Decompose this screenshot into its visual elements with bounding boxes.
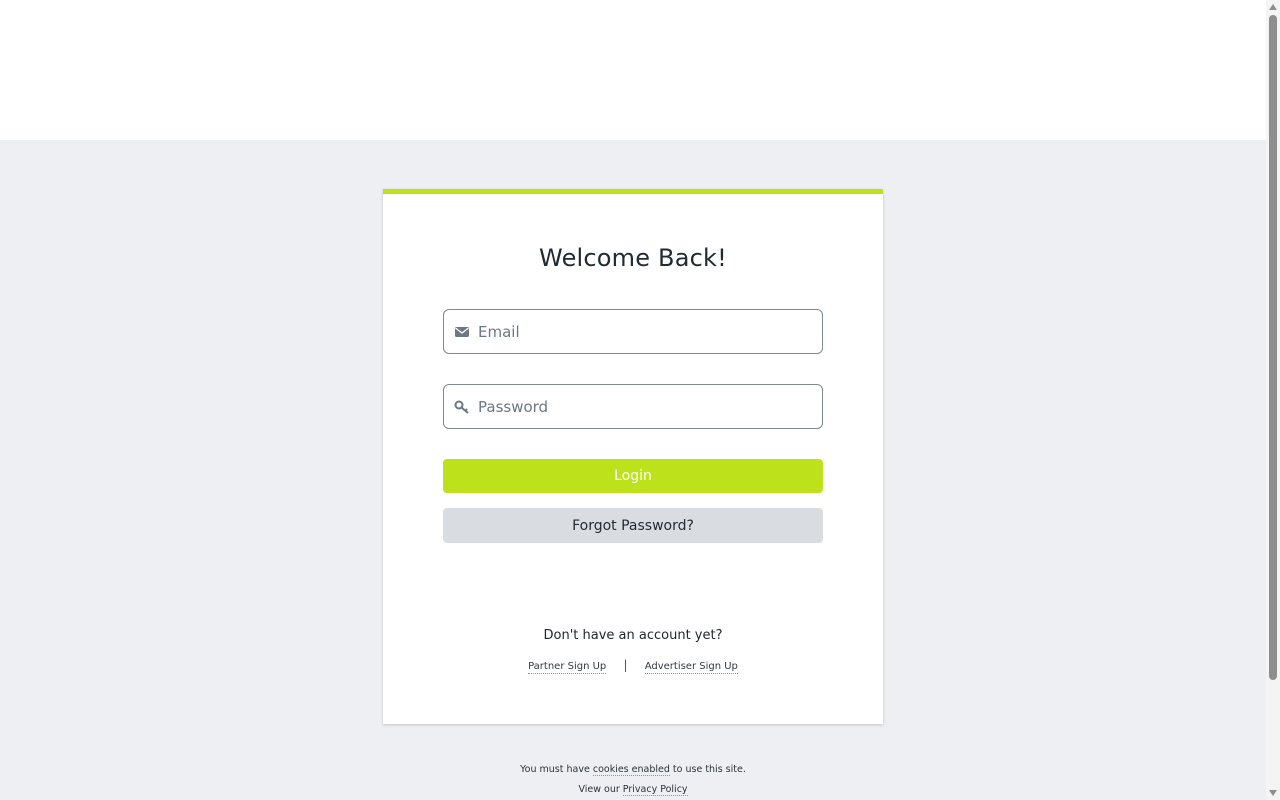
cookies-prefix: You must have xyxy=(520,764,590,775)
privacy-policy-link[interactable]: Privacy Policy xyxy=(622,784,688,796)
cookies-link[interactable]: cookies enabled xyxy=(592,764,670,776)
scroll-thumb[interactable] xyxy=(1269,15,1277,680)
envelope-icon xyxy=(454,324,470,340)
privacy-prefix: View our xyxy=(578,784,620,795)
login-card: Welcome Back! Login Forgot Password? xyxy=(383,189,883,724)
forgot-password-button[interactable]: Forgot Password? xyxy=(443,508,823,543)
signup-separator: | xyxy=(623,658,628,672)
email-field[interactable] xyxy=(443,309,823,354)
header-area xyxy=(0,0,1266,140)
partner-signup-link[interactable]: Partner Sign Up xyxy=(528,661,607,674)
key-icon xyxy=(454,399,470,415)
email-input[interactable] xyxy=(478,310,814,353)
privacy-notice: View our Privacy Policy xyxy=(0,784,1266,796)
signup-links: Partner Sign Up | Advertiser Sign Up xyxy=(383,658,883,674)
password-field[interactable] xyxy=(443,384,823,429)
cookies-suffix: to use this site. xyxy=(672,764,746,775)
page-title: Welcome Back! xyxy=(539,244,727,272)
password-input[interactable] xyxy=(478,385,814,428)
login-button[interactable]: Login xyxy=(443,459,823,493)
advertiser-signup-link[interactable]: Advertiser Sign Up xyxy=(644,661,738,674)
scroll-down-icon[interactable] xyxy=(1269,790,1277,796)
vertical-scrollbar[interactable] xyxy=(1266,0,1280,800)
page: Welcome Back! Login Forgot Password? xyxy=(0,0,1280,800)
scroll-up-icon[interactable] xyxy=(1269,4,1277,10)
no-account-text: Don't have an account yet? xyxy=(543,628,723,643)
cookies-notice: You must have cookies enabled to use thi… xyxy=(0,764,1266,776)
